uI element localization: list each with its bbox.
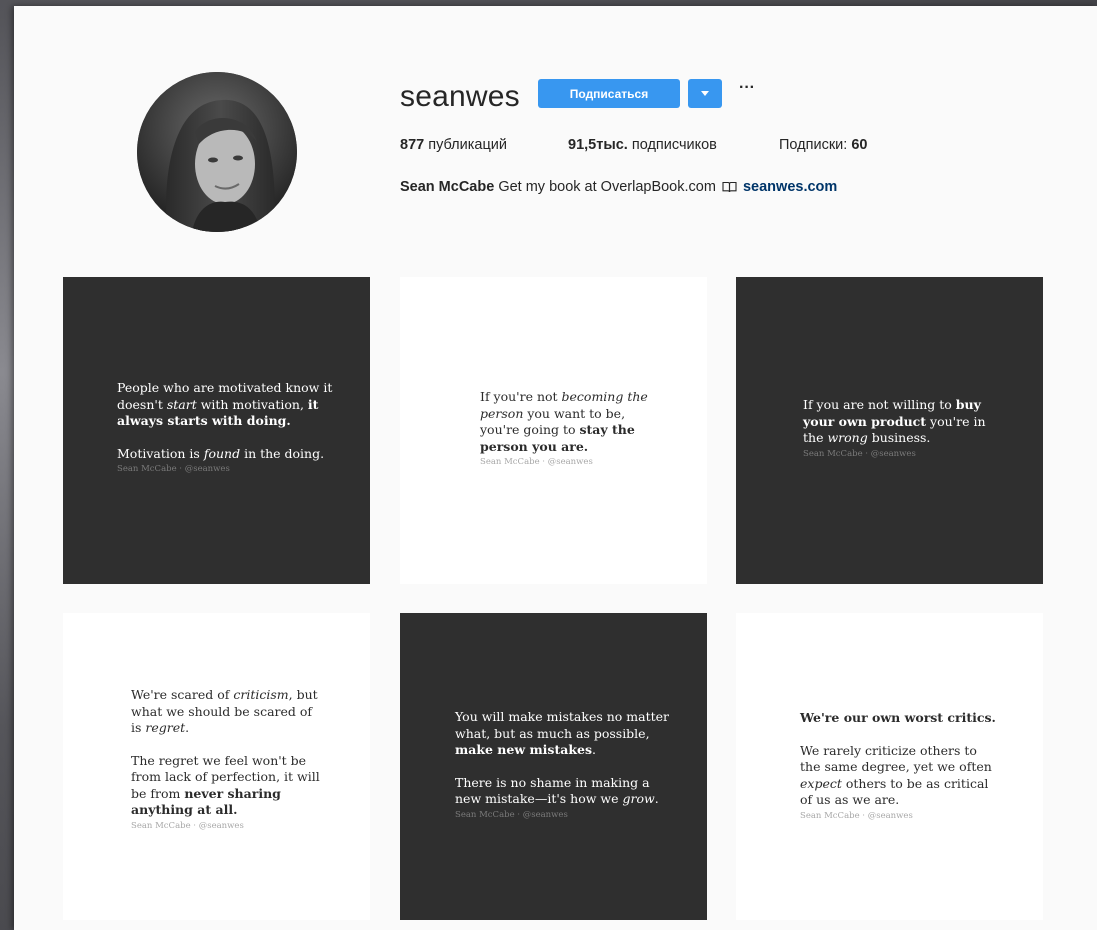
quote-text: We rarely criticize others to the same d… (800, 742, 992, 775)
suggestions-dropdown-button[interactable] (688, 79, 722, 108)
follow-button[interactable]: Подписаться (538, 79, 680, 108)
following-stat[interactable]: Подписки: 60 (779, 137, 867, 153)
post-tile[interactable]: We're our own worst critics. We rarely cr… (736, 613, 1043, 920)
quote-text: expect (800, 775, 842, 791)
post-tile[interactable]: People who are motivated know it doesn't… (63, 277, 370, 584)
post-tile[interactable]: We're scared of criticism, but what we s… (63, 613, 370, 920)
quote-paragraph: If you're not becoming the person you wa… (480, 389, 650, 455)
post-tile[interactable]: If you're not becoming the person you wa… (400, 277, 707, 584)
quote-text: wrong (827, 430, 868, 445)
quote-signature: Sean McCabe · @seanwes (117, 464, 230, 474)
avatar[interactable] (137, 72, 297, 232)
quote-text: regret (145, 720, 186, 735)
following-count: 60 (851, 137, 868, 153)
open-book-icon (722, 181, 737, 197)
posts-label: публикаций (428, 137, 507, 153)
quote-text: We're our own worst critics. (800, 710, 996, 725)
quote-text: . (654, 791, 659, 806)
quote-paragraph: We're our own worst critics. (800, 710, 1000, 727)
post-quote: If you're not becoming the person you wa… (480, 389, 650, 468)
posts-count-stat: 877 публикаций (400, 137, 507, 153)
quote-signature: Sean McCabe · @seanwes (455, 809, 568, 820)
quote-paragraph: If you are not willing to buy your own p… (803, 397, 1003, 447)
quote-text: in the doing. (240, 445, 325, 461)
post-quote: You will make mistakes no matter what, b… (455, 709, 675, 821)
profile-bio: Sean McCabe Get my book at OverlapBook.c… (400, 179, 837, 197)
quote-text: You will make mistakes no matter what, b… (455, 709, 670, 741)
quote-text: with motivation, (196, 396, 308, 412)
username: seanwes (400, 80, 520, 113)
quote-paragraph: The regret we feel won't be from lack of… (131, 753, 321, 819)
quote-text: We're scared of (131, 687, 234, 702)
quote-paragraph: Motivation is found in the doing. (117, 446, 347, 463)
quote-text: . (185, 720, 190, 735)
quote-text: There is no shame in making a new mistak… (455, 774, 650, 807)
post-quote: If you are not willing to buy your own p… (803, 397, 1003, 460)
post-quote: We're scared of criticism, but what we s… (131, 687, 321, 832)
quote-text: business. (867, 430, 931, 445)
quote-signature: Sean McCabe · @seanwes (131, 820, 244, 831)
followers-stat[interactable]: 91,5тыс. подписчиков (568, 137, 717, 153)
post-tile[interactable]: If you are not willing to buy your own p… (736, 277, 1043, 584)
bio-text: Get my book at OverlapBook.com (498, 179, 716, 195)
followers-count: 91,5тыс. (568, 137, 628, 153)
quote-text: If you are not willing to (803, 397, 956, 412)
quote-text: Motivation is (117, 445, 204, 461)
chevron-down-icon (701, 91, 709, 96)
quote-text: . (591, 742, 596, 757)
quote-signature: Sean McCabe · @seanwes (480, 457, 593, 467)
following-label: Подписки: (779, 137, 848, 153)
full-name: Sean McCabe (400, 179, 495, 195)
quote-paragraph: People who are motivated know it doesn't… (117, 380, 347, 430)
quote-text: start (166, 396, 197, 412)
more-options-button[interactable]: ··· (736, 80, 758, 102)
quote-text: criticism (233, 687, 289, 702)
post-tile[interactable]: You will make mistakes no matter what, b… (400, 613, 707, 920)
quote-text: found (203, 445, 241, 461)
quote-paragraph: We rarely criticize others to the same d… (800, 743, 1000, 809)
quote-text: If you're not (480, 389, 562, 404)
quote-text: grow (622, 791, 655, 806)
quote-paragraph: There is no shame in making a new mistak… (455, 775, 675, 808)
profile-page: seanwes Подписаться ··· 877 публикаций 9… (14, 6, 1097, 930)
quote-paragraph: We're scared of criticism, but what we s… (131, 687, 321, 737)
quote-signature: Sean McCabe · @seanwes (803, 448, 916, 459)
post-quote: We're our own worst critics. We rarely cr… (800, 710, 1000, 822)
quote-signature: Sean McCabe · @seanwes (800, 810, 913, 821)
quote-text: make new mistakes (455, 742, 592, 757)
website-link[interactable]: seanwes.com (743, 179, 837, 195)
quote-paragraph: You will make mistakes no matter what, b… (455, 709, 675, 759)
post-quote: People who are motivated know it doesn't… (117, 380, 347, 475)
followers-label: подписчиков (631, 137, 717, 153)
posts-count: 877 (400, 137, 425, 153)
